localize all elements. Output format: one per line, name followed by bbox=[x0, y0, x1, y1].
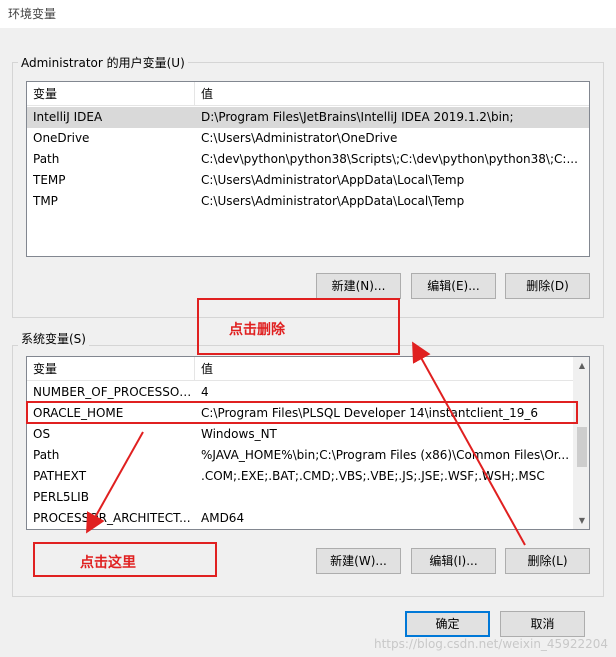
watermark: https://blog.csdn.net/weixin_45922204 bbox=[373, 637, 608, 651]
arrow-to-oracle-home bbox=[86, 431, 144, 534]
arrow-to-delete-box bbox=[412, 341, 526, 546]
annotation-arrows bbox=[86, 341, 526, 546]
